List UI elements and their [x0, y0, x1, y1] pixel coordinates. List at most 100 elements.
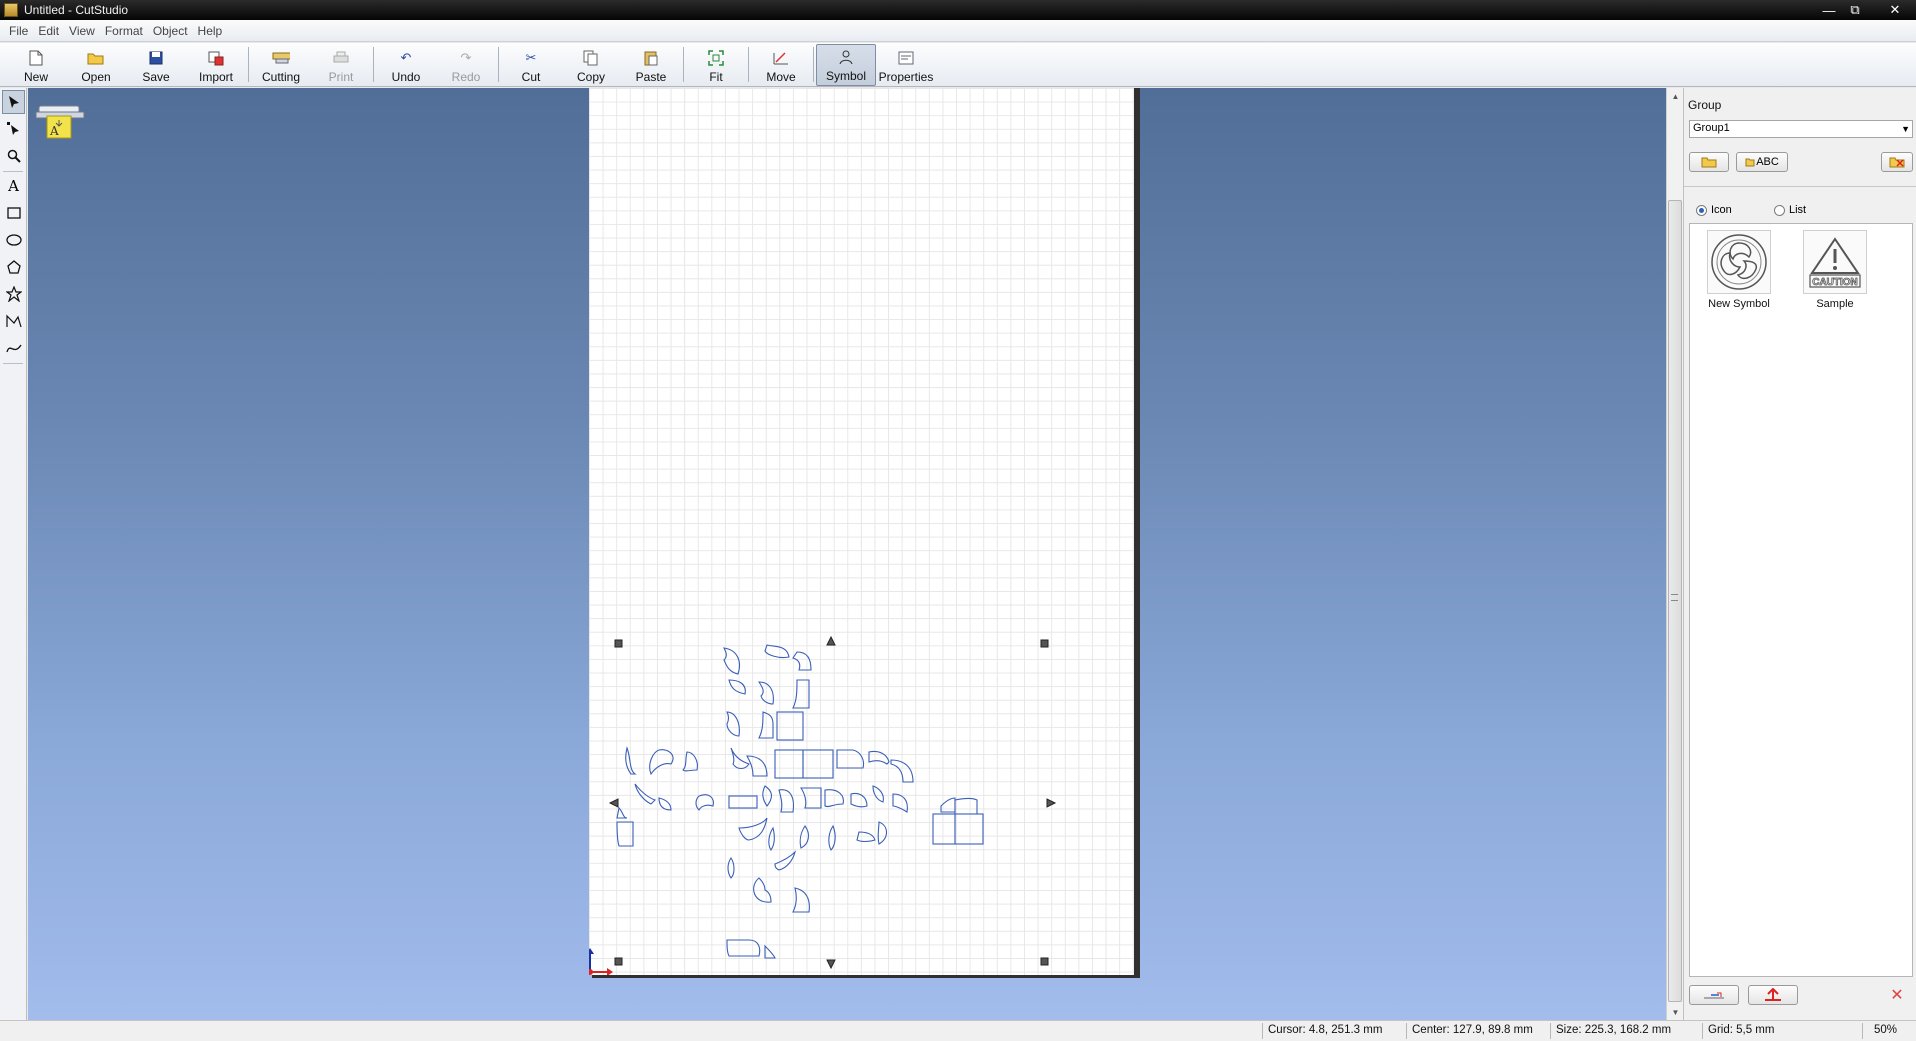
selection-handle[interactable]	[1040, 957, 1049, 966]
scroll-thumb[interactable]	[1668, 200, 1682, 1002]
cut-piece[interactable]	[799, 787, 822, 809]
cut-piece[interactable]	[828, 824, 836, 851]
cut-button[interactable]: ✂ Cut	[501, 44, 561, 86]
delete-group-button[interactable]	[1881, 152, 1913, 172]
group-select[interactable]: Group1 ▼	[1689, 120, 1913, 138]
cut-piece[interactable]	[872, 785, 884, 803]
selection-handle[interactable]	[614, 639, 623, 648]
cut-piece[interactable]	[868, 750, 890, 765]
close-icon[interactable]: ✕	[1880, 0, 1910, 20]
cut-piece[interactable]	[799, 825, 810, 849]
new-button[interactable]: New	[6, 44, 66, 86]
cut-piece[interactable]	[728, 795, 758, 809]
cut-piece[interactable]	[856, 831, 876, 843]
splitter-grip-icon[interactable]	[1671, 594, 1678, 601]
cut-piece[interactable]	[776, 711, 804, 741]
selection-handle[interactable]	[614, 957, 623, 966]
properties-button[interactable]: Properties	[876, 44, 936, 86]
redo-button[interactable]: ↷ Redo	[436, 44, 496, 86]
stretch-arrow-right[interactable]	[1046, 798, 1057, 808]
cut-piece[interactable]	[877, 821, 888, 845]
cut-piece[interactable]	[940, 797, 956, 813]
cut-piece[interactable]	[658, 797, 672, 811]
cut-piece[interactable]	[634, 783, 657, 805]
stretch-arrow-left[interactable]	[608, 798, 619, 808]
cutting-document[interactable]	[589, 88, 1134, 975]
paste-symbol-button[interactable]	[1748, 985, 1798, 1005]
cut-piece[interactable]	[764, 944, 776, 959]
cut-piece[interactable]	[802, 749, 834, 779]
cut-piece[interactable]	[890, 759, 914, 783]
menu-object[interactable]: Object	[148, 21, 193, 41]
stretch-arrow-top[interactable]	[826, 635, 836, 646]
edit-points-tool[interactable]	[2, 117, 25, 141]
curve-tool[interactable]	[2, 336, 25, 360]
save-button[interactable]: Save	[126, 44, 186, 86]
cut-piece[interactable]	[625, 746, 637, 775]
cut-piece[interactable]	[757, 681, 774, 705]
cut-piece[interactable]	[727, 857, 735, 879]
cut-piece[interactable]	[764, 644, 790, 659]
stretch-arrow-bottom[interactable]	[826, 959, 836, 970]
menu-help[interactable]: Help	[193, 21, 228, 41]
cut-piece[interactable]	[792, 887, 810, 913]
view-list-radio[interactable]: List	[1774, 204, 1806, 216]
cut-piece[interactable]	[824, 789, 844, 808]
delete-symbol-button[interactable]: ✕	[1882, 985, 1912, 1005]
cut-piece[interactable]	[954, 813, 984, 845]
cut-piece[interactable]	[726, 711, 740, 737]
cut-piece[interactable]	[762, 785, 773, 807]
text-symbol-button[interactable]: ABC	[1736, 152, 1788, 172]
open-button[interactable]: Open	[66, 44, 126, 86]
move-button[interactable]: Move	[751, 44, 811, 86]
cut-piece[interactable]	[695, 794, 714, 811]
cutter-device-icon[interactable]: A	[35, 98, 87, 147]
cut-piece[interactable]	[728, 679, 746, 695]
restore-icon[interactable]: ⧉	[1842, 0, 1868, 20]
import-button[interactable]: Import	[186, 44, 246, 86]
cut-piece[interactable]	[836, 749, 865, 769]
menu-format[interactable]: Format	[100, 21, 148, 41]
polygon-tool[interactable]	[2, 255, 25, 279]
minimize-icon[interactable]: —	[1816, 0, 1842, 20]
cut-piece[interactable]	[723, 647, 741, 675]
fit-button[interactable]: Fit	[686, 44, 746, 86]
selection-handle[interactable]	[1040, 639, 1049, 648]
cutting-button[interactable]: Cutting	[251, 44, 311, 86]
undo-button[interactable]: ↶ Undo	[376, 44, 436, 86]
scroll-down-icon[interactable]: ▼	[1667, 1004, 1684, 1020]
cut-piece[interactable]	[932, 813, 956, 845]
cut-piece[interactable]	[682, 751, 698, 772]
view-icon-radio[interactable]: Icon	[1696, 204, 1732, 216]
cut-piece[interactable]	[774, 850, 797, 871]
cut-piece[interactable]	[616, 821, 634, 847]
star-tool[interactable]	[2, 282, 25, 306]
symbol-item-new-symbol[interactable]: New Symbol	[1698, 230, 1780, 310]
symbol-button[interactable]: Symbol	[816, 44, 876, 86]
menu-file[interactable]: File	[4, 21, 33, 41]
select-tool[interactable]	[2, 90, 25, 114]
zoom-tool[interactable]	[2, 144, 25, 168]
cut-piece[interactable]	[892, 793, 908, 813]
rectangle-tool[interactable]	[2, 201, 25, 225]
open-group-button[interactable]	[1689, 152, 1729, 172]
cut-piece[interactable]	[738, 817, 768, 841]
symbol-list[interactable]: New Symbol CAUTION Sample	[1689, 223, 1913, 977]
cut-piece[interactable]	[792, 651, 812, 671]
cut-piece[interactable]	[726, 939, 761, 957]
cut-piece[interactable]	[850, 792, 868, 808]
canvas-workspace[interactable]: A	[28, 88, 1666, 1020]
menu-edit[interactable]: Edit	[33, 21, 64, 41]
cut-piece[interactable]	[730, 747, 750, 770]
polyline-tool[interactable]	[2, 309, 25, 333]
cut-piece[interactable]	[778, 789, 795, 813]
menu-view[interactable]: View	[64, 21, 100, 41]
symbol-item-sample[interactable]: CAUTION Sample	[1794, 230, 1876, 310]
cut-piece[interactable]	[792, 679, 810, 709]
cut-piece[interactable]	[954, 797, 978, 815]
copy-button[interactable]: Copy	[561, 44, 621, 86]
vertical-scrollbar[interactable]: ▲ ▼	[1666, 88, 1683, 1020]
cut-piece[interactable]	[616, 806, 628, 819]
scroll-up-icon[interactable]: ▲	[1667, 88, 1684, 104]
cut-piece[interactable]	[649, 749, 674, 776]
